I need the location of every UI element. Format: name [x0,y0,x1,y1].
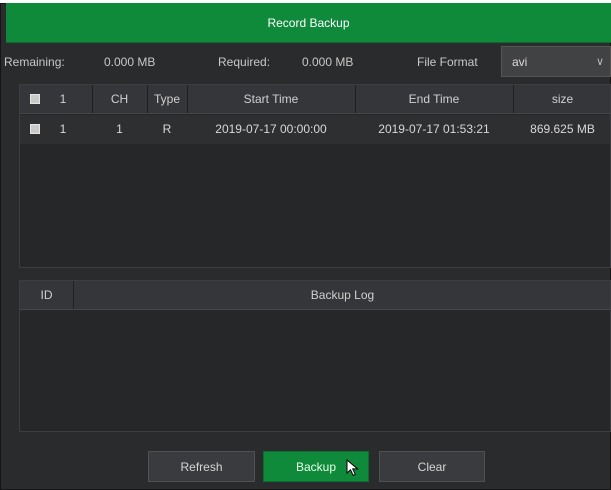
file-format-select[interactable]: avi ∨ [501,46,611,77]
row-type: R [162,122,172,136]
row-checkbox[interactable] [30,124,40,134]
required-value: 0.000 MB [302,55,354,69]
table-header: 1 CH Type Start Time End Time size [20,85,610,114]
header-ch: CH [110,92,129,106]
header-size: size [551,92,574,106]
header-backup-log: Backup Log [310,288,375,302]
dialog-title: Record Backup [6,3,611,43]
record-file-table: 1 CH Type Start Time End Time size 1 1 R… [19,84,611,268]
row-size: 869.625 MB [530,122,595,136]
file-format-value: avi [512,55,528,69]
header-id: ID [40,288,53,302]
remaining-label: Remaining: [4,55,65,69]
select-all-checkbox[interactable] [30,94,40,104]
backup-log-table: ID Backup Log [19,280,611,432]
mouse-pointer-icon [346,459,359,477]
row-start-time: 2019-07-17 00:00:00 [215,122,327,136]
table-row[interactable]: 1 1 R 2019-07-17 00:00:00 2019-07-17 01:… [20,115,610,144]
required-label: Required: [218,55,271,69]
chevron-down-icon: ∨ [595,56,604,68]
refresh-button[interactable]: Refresh [148,451,255,482]
file-format-label: File Format [417,55,478,69]
header-index: 1 [59,92,67,106]
header-end-time: End Time [408,92,460,106]
row-index: 1 [59,122,67,136]
log-header: ID Backup Log [20,281,610,310]
row-end-time: 2019-07-17 01:53:21 [378,122,490,136]
info-row: Remaining: 0.000 MB Required: 0.000 MB F… [0,44,611,80]
remaining-value: 0.000 MB [104,55,156,69]
row-ch: 1 [116,122,123,136]
header-start-time: Start Time [243,92,299,106]
header-type: Type [153,92,180,106]
clear-button[interactable]: Clear [379,451,485,482]
